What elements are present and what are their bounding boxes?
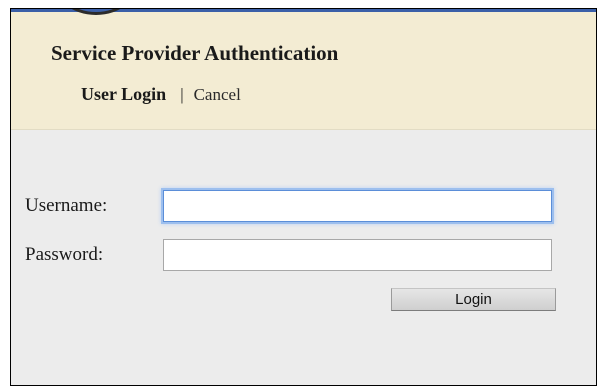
user-login-link[interactable]: User Login — [81, 84, 166, 104]
login-window: Service Provider Authentication User Log… — [10, 8, 597, 386]
nav-separator: | — [180, 85, 184, 104]
login-button[interactable]: Login — [391, 288, 556, 311]
username-label: Username: — [25, 195, 108, 216]
cancel-link[interactable]: Cancel — [194, 85, 241, 104]
header-band: Service Provider Authentication User Log… — [11, 12, 596, 130]
username-input[interactable] — [163, 190, 552, 222]
password-label: Password: — [25, 244, 104, 265]
page-title: Service Provider Authentication — [51, 41, 339, 65]
password-input[interactable] — [163, 239, 552, 271]
header-nav: User Login | Cancel — [81, 84, 241, 105]
